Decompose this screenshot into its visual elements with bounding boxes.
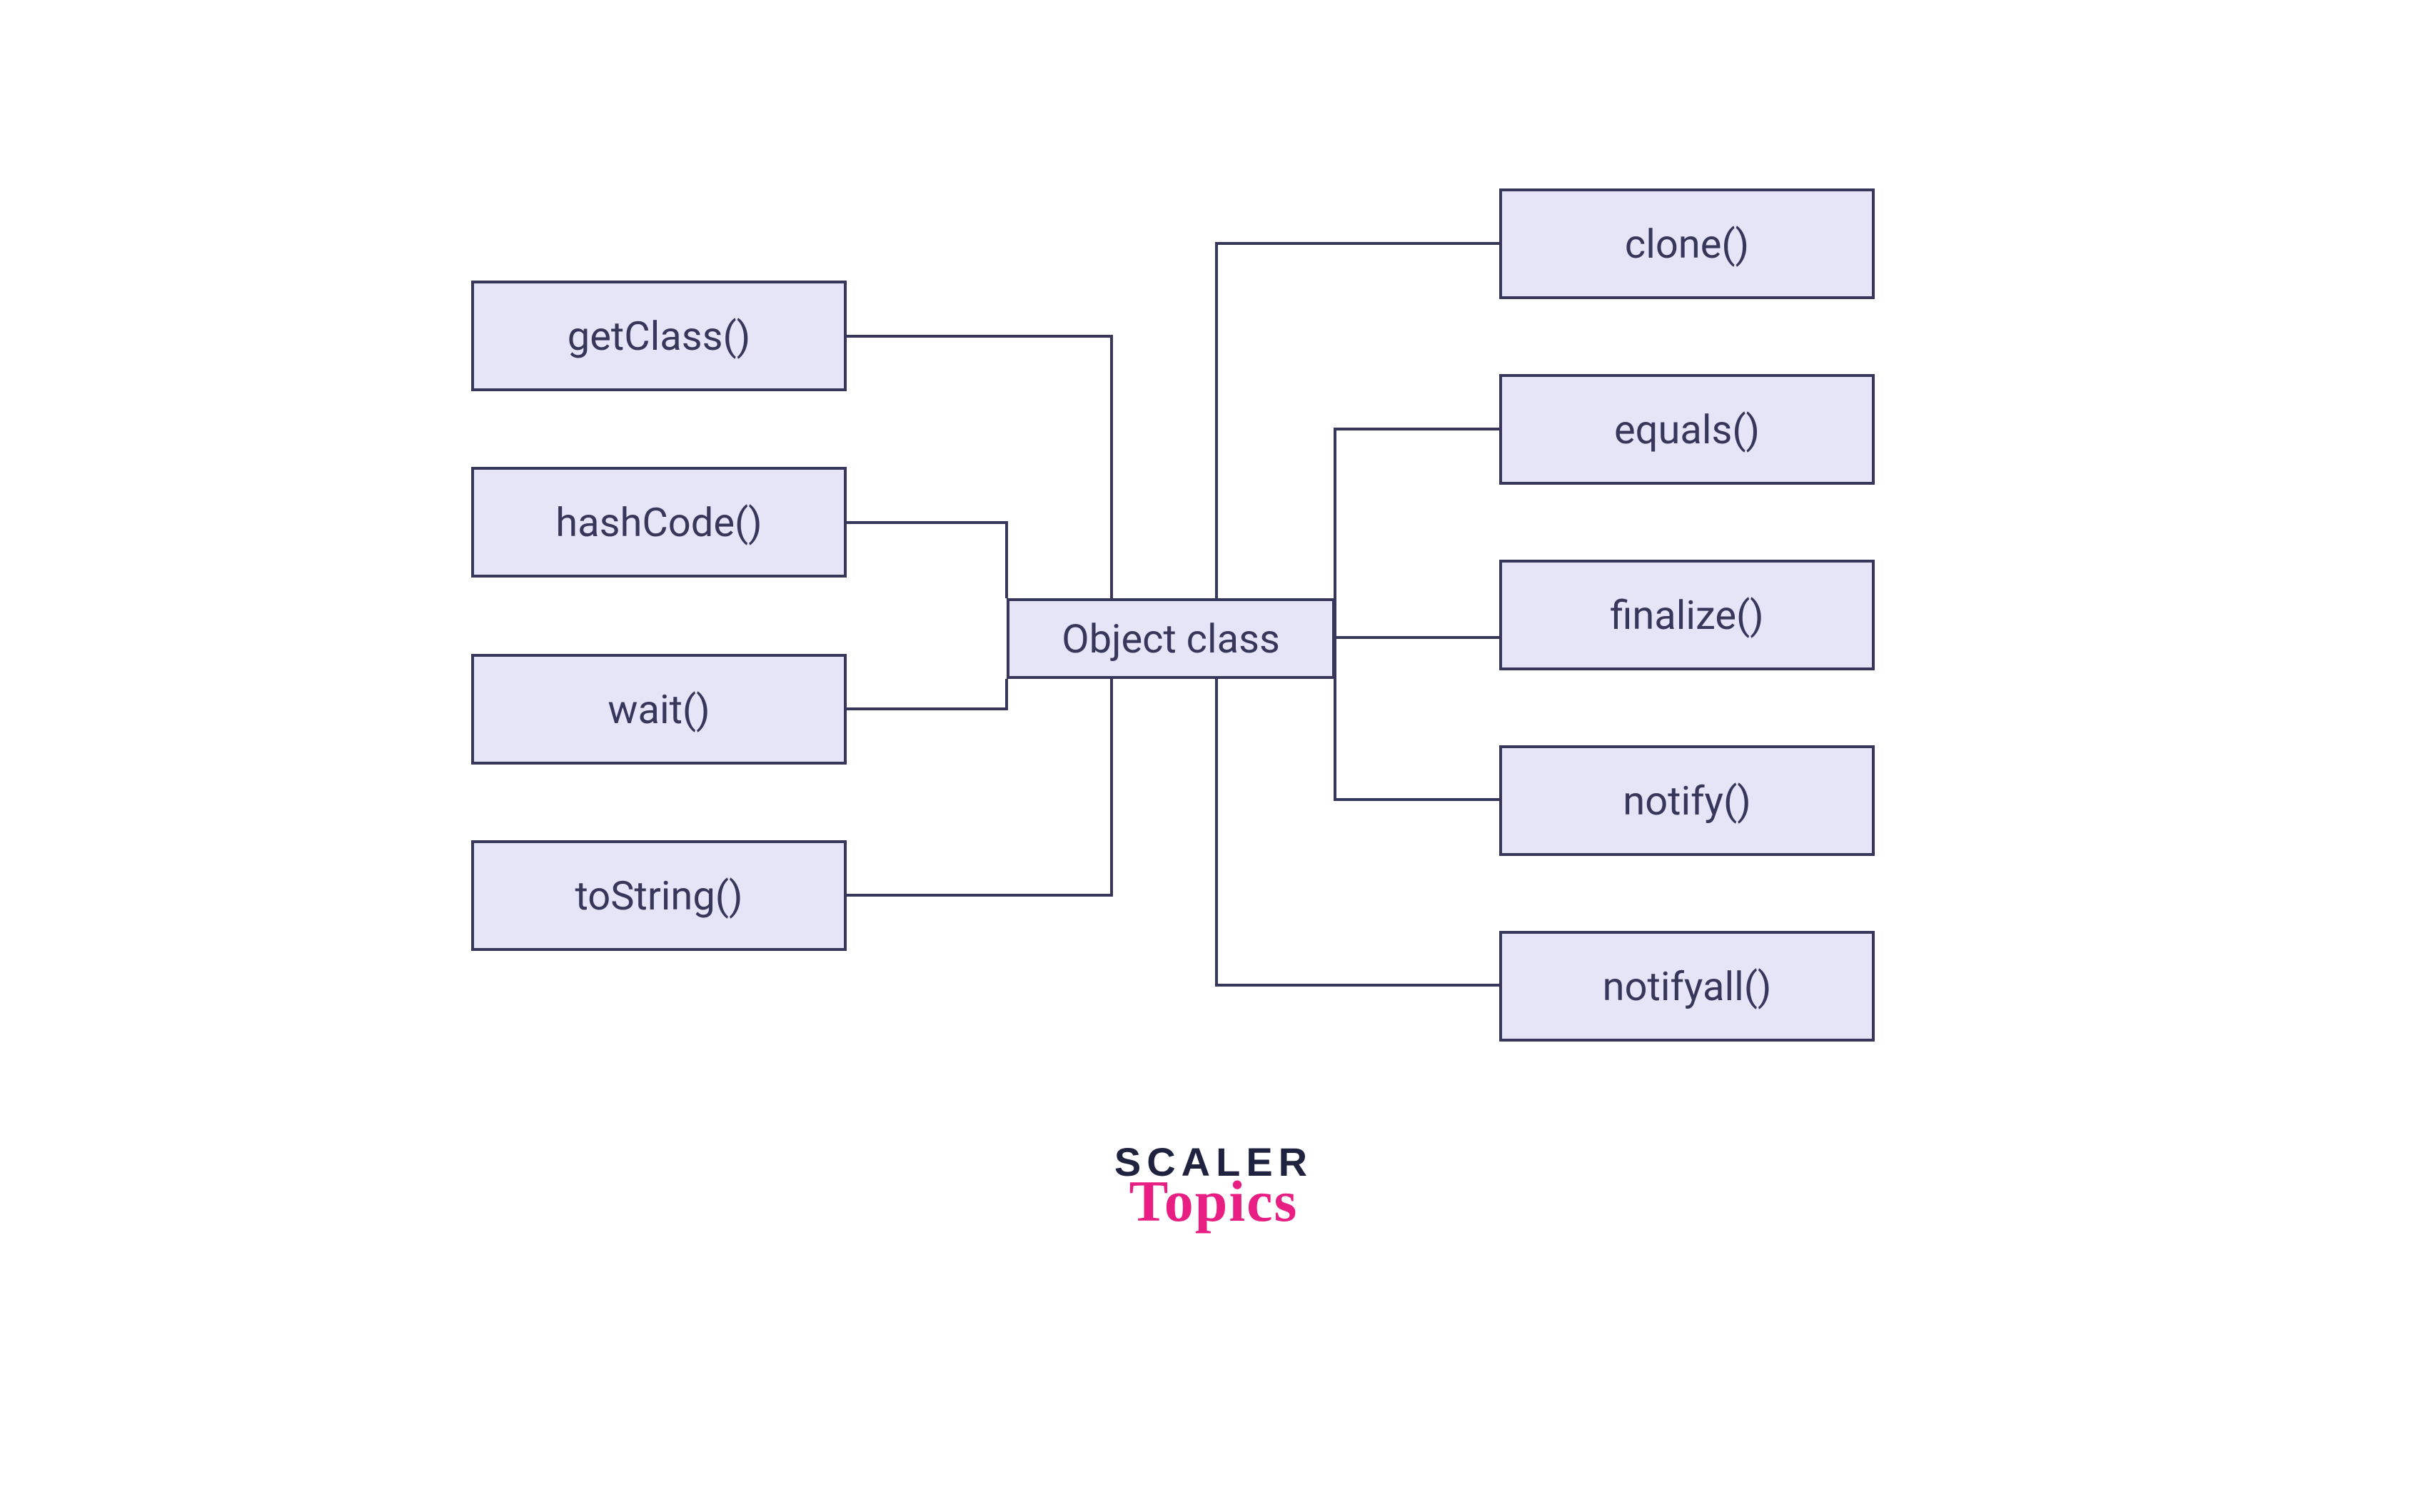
left-node-hashcode: hashCode() bbox=[471, 467, 847, 578]
diagram-canvas: Object class getClass() hashCode() wait(… bbox=[0, 0, 2428, 1512]
center-node: Object class bbox=[1007, 598, 1335, 679]
node-label: equals() bbox=[1614, 406, 1760, 453]
node-label: hashCode() bbox=[555, 499, 762, 546]
right-node-equals: equals() bbox=[1499, 374, 1875, 485]
center-node-label: Object class bbox=[1062, 615, 1280, 662]
node-label: clone() bbox=[1625, 221, 1749, 268]
node-label: notifyall() bbox=[1603, 963, 1772, 1010]
right-node-notify: notify() bbox=[1499, 745, 1875, 856]
right-node-finalize: finalize() bbox=[1499, 560, 1875, 670]
node-label: notify() bbox=[1623, 777, 1751, 825]
connector-lines bbox=[0, 0, 2428, 1512]
left-node-wait: wait() bbox=[471, 654, 847, 765]
right-node-notifyall: notifyall() bbox=[1499, 931, 1875, 1042]
brand-topics-text: Topics bbox=[1049, 1172, 1378, 1231]
brand-logo: SCALER Topics bbox=[1049, 1142, 1378, 1231]
left-node-getclass: getClass() bbox=[471, 281, 847, 391]
node-label: toString() bbox=[575, 872, 743, 919]
node-label: wait() bbox=[608, 686, 710, 733]
node-label: getClass() bbox=[568, 313, 750, 360]
node-label: finalize() bbox=[1610, 592, 1763, 639]
left-node-tostring: toString() bbox=[471, 840, 847, 951]
right-node-clone: clone() bbox=[1499, 188, 1875, 299]
